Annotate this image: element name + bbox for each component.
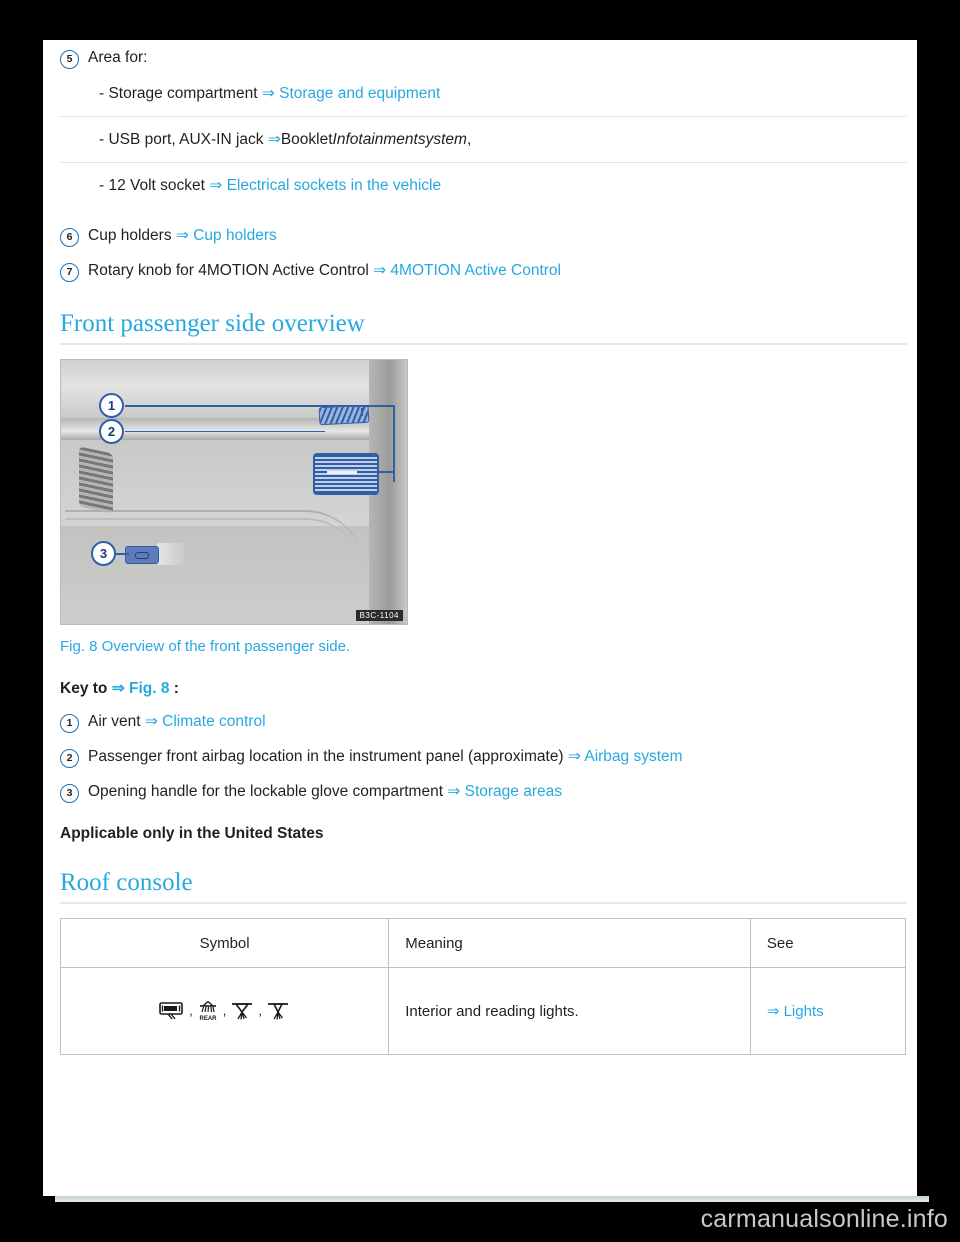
interior-light-icon	[159, 1002, 183, 1020]
arrow-icon: ⇒	[447, 783, 461, 800]
key-to-prefix: Key to	[60, 680, 112, 697]
sub-item-storage-text: - Storage compartment	[99, 85, 262, 102]
booklet-title-infotainmentsystem: Infotainmentsystem	[332, 131, 467, 148]
figure-image-id: B3C-1104	[355, 610, 403, 621]
key-item-6-text: Cup holders	[88, 227, 176, 244]
arrow-icon: ⇒	[261, 85, 275, 102]
callout-number-1: 1	[60, 714, 79, 733]
key-to-figure-8: Key to ⇒ Fig. 8 :	[60, 679, 907, 698]
symbol-separator-comma: ,	[222, 1003, 227, 1018]
heading-roof-console: Roof console	[60, 869, 193, 896]
arrow-icon: ⇒	[766, 1003, 780, 1020]
link-4motion-active-control[interactable]: 4MOTION Active Control	[386, 262, 561, 279]
cell-symbols: , REAR , ,	[59, 967, 390, 1055]
key-item-1-text: Air vent	[88, 713, 145, 730]
glove-box-slot	[157, 543, 185, 565]
document-page: 5 Area for: - Storage compartment ⇒ Stor…	[43, 40, 917, 1196]
reading-light-right-icon	[268, 1003, 289, 1020]
heading-underline	[60, 902, 907, 904]
key-item-2-label: Passenger front airbag location in the i…	[88, 747, 907, 767]
arrow-icon: ⇒	[144, 713, 158, 730]
heading-front-passenger-side-overview: Front passenger side overview	[60, 310, 365, 337]
key-item-3-text: Opening handle for the lockable glove co…	[88, 783, 448, 800]
speaker-grille-icon	[79, 446, 113, 514]
link-lights[interactable]: Lights	[779, 1003, 824, 1020]
cell-meaning: Interior and reading lights.	[388, 967, 751, 1055]
link-storage-and-equipment[interactable]: Storage and equipment	[275, 85, 440, 102]
key-item-6-label: Cup holders ⇒ Cup holders	[88, 226, 907, 246]
link-climate-control[interactable]: Climate control	[158, 713, 265, 730]
sub-item-12v-socket: - 12 Volt socket ⇒ Electrical sockets in…	[60, 163, 907, 208]
key-item-3: 3 Opening handle for the lockable glove …	[60, 782, 907, 803]
leader-line-vent	[373, 471, 395, 473]
table-header-row: Symbol Meaning See	[59, 918, 907, 968]
symbol-separator-comma: ,	[258, 1003, 263, 1018]
callout-number-5: 5	[60, 50, 79, 69]
callout-number-2: 2	[60, 749, 79, 768]
figure-callout-1: 1	[99, 393, 124, 418]
cell-see: ⇒ Lights	[749, 967, 907, 1055]
link-fig-8[interactable]: Fig. 8	[125, 680, 174, 697]
symbol-group: , REAR , ,	[77, 1000, 372, 1022]
callout-number-7: 7	[60, 263, 79, 282]
arrow-icon: ⇒	[373, 262, 387, 279]
rear-light-icon: REAR	[199, 1000, 217, 1022]
sub-item-usb-tail: ,	[466, 131, 472, 148]
figure-callout-2: 2	[99, 419, 124, 444]
leader-line-1-stub	[361, 408, 363, 416]
column-header-symbol: Symbol	[59, 918, 390, 968]
arrow-icon: ⇒	[175, 227, 189, 244]
booklet-word: Booklet	[280, 131, 333, 148]
sub-item-12v-text: - 12 Volt socket	[99, 177, 210, 194]
key-to-suffix: :	[173, 680, 179, 697]
key-item-7-text: Rotary knob for 4MOTION Active Control	[88, 262, 374, 279]
key-item-2: 2 Passenger front airbag location in the…	[60, 747, 907, 768]
symbol-separator-comma: ,	[189, 1003, 193, 1018]
site-watermark: carmanualsonline.info	[700, 1205, 948, 1233]
reading-light-left-icon	[232, 1003, 253, 1020]
rear-label: REAR	[199, 1016, 217, 1022]
heading-underline	[60, 343, 907, 345]
key-item-2-text: Passenger front airbag location in the i…	[88, 748, 568, 765]
sub-item-usb-text: - USB port, AUX-IN jack	[99, 131, 268, 148]
column-header-see: See	[749, 918, 907, 968]
figure-callout-3: 3	[91, 541, 116, 566]
arrow-icon: ⇒	[209, 177, 223, 194]
arrow-icon: ⇒	[567, 748, 581, 765]
page-content: 5 Area for: - Storage compartment ⇒ Stor…	[59, 48, 907, 1055]
roof-console-symbol-table: Symbol Meaning See , REAR , , Interior a…	[59, 918, 907, 1055]
leader-line-2	[125, 431, 325, 433]
key-item-5: 5 Area for:	[60, 48, 907, 69]
air-vent-main-highlight	[313, 453, 379, 495]
key-item-5-label: Area for:	[88, 49, 148, 66]
figure-illustration: 1 2 3 B3C-1104	[60, 359, 408, 625]
link-electrical-sockets[interactable]: Electrical sockets in the vehicle	[222, 177, 442, 194]
leader-line-1-h	[125, 405, 395, 407]
glove-box-handle-highlight	[125, 546, 159, 564]
arrow-icon: ⇒	[111, 680, 125, 697]
key-item-7: 7 Rotary knob for 4MOTION Active Control…	[60, 261, 907, 282]
figure-caption: Fig. 8 Overview of the front passenger s…	[60, 638, 351, 655]
key-item-1-label: Air vent ⇒ Climate control	[88, 712, 907, 732]
column-header-meaning: Meaning	[388, 918, 751, 968]
table-row: , REAR , , Interior and reading lights. …	[59, 967, 907, 1055]
sub-item-storage-compartment: - Storage compartment ⇒ Storage and equi…	[60, 71, 907, 116]
key-item-3-label: Opening handle for the lockable glove co…	[88, 782, 907, 802]
figure-front-passenger-side: 1 2 3 B3C-1104 Fig. 8 Overview of the fr…	[60, 359, 907, 655]
key-item-6: 6 Cup holders ⇒ Cup holders	[60, 226, 907, 247]
key-item-1: 1 Air vent ⇒ Climate control	[60, 712, 907, 733]
callout-number-3: 3	[60, 784, 79, 803]
notice-us-only: Applicable only in the United States	[60, 825, 324, 842]
link-storage-areas[interactable]: Storage areas	[460, 783, 562, 800]
arrow-icon: ⇒	[267, 131, 281, 148]
callout-number-6: 6	[60, 228, 79, 247]
link-cup-holders[interactable]: Cup holders	[189, 227, 277, 244]
key-item-7-label: Rotary knob for 4MOTION Active Control ⇒…	[88, 261, 907, 281]
link-airbag-system[interactable]: Airbag system	[581, 748, 682, 765]
sub-item-usb-aux: - USB port, AUX-IN jack ⇒BookletInfotain…	[60, 117, 907, 162]
